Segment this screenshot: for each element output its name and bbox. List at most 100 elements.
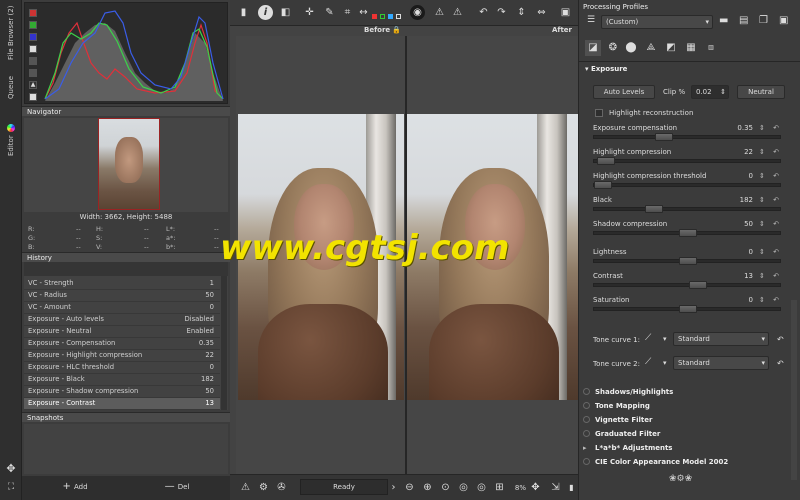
slider-value[interactable]: 0: [749, 296, 753, 304]
fullscreen-icon[interactable]: ⛶: [4, 482, 18, 496]
tab-metadata-icon[interactable]: ▥: [703, 40, 719, 56]
spinner-icon[interactable]: ⇕: [759, 172, 765, 180]
slider-value[interactable]: 0.35: [737, 124, 753, 132]
rotate-right-icon[interactable]: ↷: [494, 5, 509, 20]
curve-type-icon[interactable]: ⟋: [645, 333, 659, 345]
spinner-icon[interactable]: ⇕: [759, 220, 765, 228]
history-row[interactable]: VC - Radius 50: [24, 290, 220, 302]
history-row[interactable]: Exposure - HLC threshold 0: [24, 362, 220, 374]
focus-mask-icon[interactable]: ◉: [410, 5, 425, 20]
slider-track[interactable]: [593, 157, 781, 165]
enable-toggle-icon[interactable]: [583, 416, 590, 423]
lock-icon[interactable]: 🔒: [392, 26, 401, 34]
section-graduated-filter[interactable]: Graduated Filter: [583, 430, 660, 438]
tab-raw-icon[interactable]: ▦: [683, 40, 699, 56]
spinner-icon[interactable]: ⇕: [759, 248, 765, 256]
clip-input[interactable]: 0.02 ⇕: [691, 85, 729, 99]
slider-track[interactable]: [593, 133, 781, 141]
enable-toggle-icon[interactable]: [583, 430, 590, 437]
history-row[interactable]: Exposure - Auto levels Disabled: [24, 314, 220, 326]
highlight-clipping-icon[interactable]: ⚠: [450, 5, 465, 20]
folder-open-icon[interactable]: ▬: [719, 15, 733, 29]
spinner-icon[interactable]: ⇕: [759, 272, 765, 280]
slider-thumb[interactable]: [597, 157, 615, 165]
tab-file-browser[interactable]: File Browser (2): [3, 4, 19, 62]
reset-icon[interactable]: ↶: [773, 296, 779, 304]
warning-icon[interactable]: ⚠: [238, 480, 253, 495]
blue-channel-toggle[interactable]: [29, 33, 37, 41]
history-scrollbar[interactable]: [221, 276, 227, 410]
slider-value[interactable]: 13: [744, 272, 753, 280]
tab-detail-icon[interactable]: ❂: [605, 40, 621, 56]
zoom-out-icon[interactable]: ⊖: [402, 480, 417, 495]
navigator-thumbnail[interactable]: [98, 118, 160, 210]
settings-icon[interactable]: ⚙: [256, 480, 271, 495]
chroma-toggle[interactable]: [29, 57, 37, 65]
slider-track[interactable]: [593, 181, 781, 189]
history-row-selected[interactable]: Exposure - Contrast 13: [24, 398, 220, 410]
hide-history-icon[interactable]: ▮: [236, 5, 251, 20]
history-row[interactable]: Exposure - Highlight compression 22: [24, 350, 220, 362]
save-icon[interactable]: ✇: [274, 480, 289, 495]
chevron-right-icon[interactable]: ›: [386, 480, 401, 495]
raw-histogram-toggle[interactable]: [29, 69, 37, 77]
slider-thumb[interactable]: [655, 133, 673, 141]
history-row[interactable]: Exposure - Compensation 0.35: [24, 338, 220, 350]
flip-vertical-icon[interactable]: ⇕: [514, 5, 529, 20]
zoom-in-icon[interactable]: ⊕: [420, 480, 435, 495]
paste-profile-icon[interactable]: ▣: [779, 15, 793, 29]
section-tone-mapping[interactable]: Tone Mapping: [583, 402, 650, 410]
slider-track[interactable]: [593, 305, 781, 313]
spinner-icon[interactable]: ⇕: [759, 124, 765, 132]
reset-icon[interactable]: ↶: [773, 196, 779, 204]
flip-horizontal-icon[interactable]: ⇔: [534, 5, 549, 20]
auto-levels-button[interactable]: Auto Levels: [593, 85, 655, 99]
slider-thumb[interactable]: [645, 205, 663, 213]
bar-display-icon[interactable]: ▲: [29, 81, 37, 89]
chevron-down-icon[interactable]: ▾: [663, 359, 667, 367]
spinner-icon[interactable]: ⇕: [759, 296, 765, 304]
delete-snapshot-button[interactable]: — Del: [128, 480, 226, 494]
section-lab-adjustments[interactable]: ▸ L*a*b* Adjustments: [583, 444, 672, 452]
before-after-icon[interactable]: ◧: [278, 5, 293, 20]
crop-tool-icon[interactable]: ⌗: [340, 5, 355, 20]
zoom-fit-crop-icon[interactable]: ◎: [474, 480, 489, 495]
section-ciecam02[interactable]: CIE Color Appearance Model 2002: [583, 458, 728, 466]
copy-profile-icon[interactable]: ❐: [759, 15, 773, 29]
spinner-icon[interactable]: ⇕: [759, 196, 765, 204]
slider-thumb[interactable]: [594, 181, 612, 189]
slider-value[interactable]: 0: [749, 172, 753, 180]
profile-list-icon[interactable]: ☰: [583, 15, 599, 29]
tab-editor[interactable]: Editor: [3, 118, 19, 162]
green-channel-toggle[interactable]: [29, 21, 37, 29]
neutral-button[interactable]: Neutral: [737, 85, 785, 99]
slider-thumb[interactable]: [679, 257, 697, 265]
history-row[interactable]: Exposure - Shadow compression 50: [24, 386, 220, 398]
move-icon[interactable]: ✥: [4, 462, 18, 476]
save-profile-icon[interactable]: ▤: [739, 15, 753, 29]
section-vignette-filter[interactable]: Vignette Filter: [583, 416, 652, 424]
reset-icon[interactable]: ↶: [773, 172, 779, 180]
histogram-fullsize-toggle[interactable]: [29, 93, 37, 101]
tab-exposure-icon[interactable]: ◪: [585, 40, 601, 56]
preview-mode-icon[interactable]: ▣: [558, 5, 573, 20]
reset-icon[interactable]: ↶: [773, 248, 779, 256]
slider-value[interactable]: 22: [744, 148, 753, 156]
tab-advanced-icon[interactable]: ⟁: [643, 40, 659, 56]
slider-track[interactable]: [593, 205, 781, 213]
hand-tool-icon[interactable]: ✛: [302, 5, 317, 20]
info-icon[interactable]: i: [258, 5, 273, 20]
expand-icon[interactable]: ⇲: [548, 480, 563, 495]
shadow-clipping-icon[interactable]: ⚠: [432, 5, 447, 20]
fullscreen-toggle-icon[interactable]: ✥: [528, 480, 543, 495]
panel-toggle-icon[interactable]: ▮: [564, 480, 579, 495]
enable-toggle-icon[interactable]: [583, 458, 590, 465]
curve-type-icon[interactable]: ⟋: [645, 357, 659, 369]
slider-value[interactable]: 0: [749, 248, 753, 256]
tone-curve-1-select[interactable]: Standard ▾: [673, 332, 769, 346]
zoom-100-icon[interactable]: ⊙: [438, 480, 453, 495]
reset-icon[interactable]: ↶: [777, 359, 784, 368]
reset-icon[interactable]: ↶: [773, 124, 779, 132]
highlight-reconstruction-checkbox[interactable]: [595, 109, 603, 117]
slider-thumb[interactable]: [689, 281, 707, 289]
